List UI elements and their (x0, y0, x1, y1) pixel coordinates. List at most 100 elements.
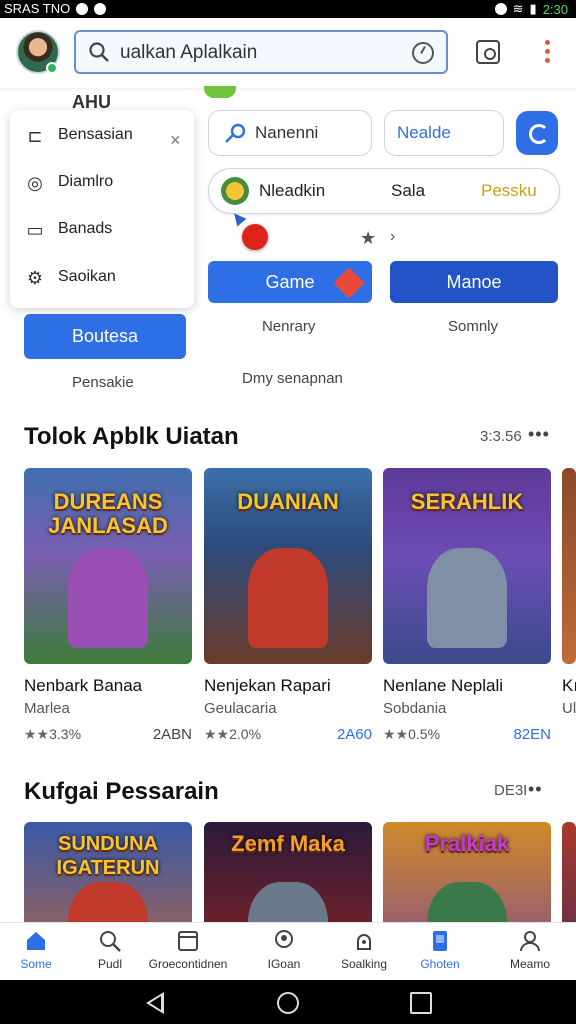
app-card[interactable]: SERAHLIK Nenlane Neplali Sobdania ★★0.5%… (383, 468, 551, 743)
home-button-icon[interactable] (277, 992, 299, 1014)
app-name: Nenjekan Rapari (204, 676, 331, 695)
app-thumbnail: DUREANS JANLASAD (24, 468, 192, 664)
nav-item-account[interactable]: Meamo (494, 929, 566, 979)
record-indicator (242, 224, 268, 250)
download-count: 2ABN (152, 726, 192, 743)
art-title: Pralkiak (424, 831, 510, 856)
filter-row[interactable]: Nleadkin Sala Pessku (208, 168, 560, 214)
chevron-right-icon[interactable]: › (390, 228, 395, 246)
key-icon (225, 123, 246, 143)
search-bar[interactable] (74, 30, 448, 74)
menu-item-diamlro[interactable]: ◎ Diamlro (10, 161, 194, 205)
chip-label: Nealde (397, 123, 451, 142)
app-card[interactable]: DUREANS JANLASAD Nenbark Banaa Marlea ★★… (24, 468, 192, 743)
boutesa-button[interactable]: Boutesa (24, 314, 186, 359)
manoe-caption: Somnly (448, 318, 499, 335)
bottom-nav: Some Pudl Groecontidnen IGoan Soalking G… (0, 922, 576, 980)
clock: 2:30 (542, 1, 568, 17)
art-title: SERAHLIK (410, 489, 524, 514)
app-card-partial[interactable] (562, 822, 576, 922)
nav-label: Meamo (509, 957, 550, 971)
nav-item-profile[interactable]: IGoan (248, 929, 320, 979)
hero-figure (68, 882, 148, 922)
app-card[interactable]: DUANIAN Nenjekan Rapari Geulacaria ★★2.0… (204, 468, 372, 743)
more-icon[interactable]: ••• (528, 424, 550, 445)
hero-figure (248, 882, 328, 922)
app-developer: Sobdania (383, 700, 447, 717)
nav-item-games[interactable]: Soalking (328, 929, 400, 979)
more-icon[interactable]: •• (528, 779, 543, 800)
app-thumbnail (562, 822, 576, 922)
section-title: Kufgai Pessarain (24, 778, 219, 805)
home-icon (27, 932, 45, 950)
game-thumb-icon (221, 177, 249, 205)
library-icon (178, 931, 198, 951)
chip-label: Nanenni (255, 123, 319, 142)
bookmark-icon: ▭ (26, 220, 44, 240)
top-bar (0, 18, 576, 88)
filter-second[interactable]: Sala (391, 181, 425, 201)
voice-search-icon[interactable] (412, 42, 434, 64)
app-card[interactable]: Zemf Maka (204, 822, 372, 922)
nav-item-home[interactable]: Some (0, 929, 72, 979)
nav-item-search[interactable]: Pudl (74, 929, 146, 979)
art-title: DUREANS JANLASAD (48, 489, 168, 538)
search-input[interactable] (120, 38, 400, 68)
filter-third[interactable]: Pessku (481, 181, 537, 201)
menu-item-label: Diamlro (58, 173, 114, 190)
nav-item-apps[interactable]: Ghoten (404, 929, 476, 979)
menu-item-bensasian[interactable]: ⊏ Bensasian × (10, 114, 194, 158)
online-badge (46, 62, 58, 74)
chip-nanenni[interactable]: Nanenni (208, 110, 372, 156)
more-options-icon[interactable] (538, 40, 556, 68)
wifi-icon: ≋ (512, 1, 524, 16)
rating-value: 3.3% (49, 726, 82, 742)
signal-icon: ▮ (529, 1, 537, 16)
filter-first[interactable]: Nleadkin (259, 181, 325, 201)
rating-value: 2.0% (229, 726, 262, 742)
manoe-button[interactable]: Manoe (390, 261, 558, 303)
alarm-icon (494, 3, 507, 15)
game-icon (357, 934, 371, 950)
person-icon (520, 931, 540, 952)
app-card-partial[interactable]: Kı Ul (562, 468, 576, 748)
app-name: Nenbark Banaa (24, 676, 143, 695)
app-rating: ★★2.0% (204, 726, 261, 743)
menu-item-banads[interactable]: ▭ Banads (10, 208, 194, 252)
app-name: Nenlane Neplali (383, 676, 504, 695)
menu-item-label: Bensasian (58, 126, 133, 143)
status-bar: SRAS TNO ≋ ▮ 2:30 (0, 0, 576, 18)
profile-icon (275, 930, 293, 948)
hero-figure (68, 548, 148, 648)
nav-label: Ghoten (420, 957, 460, 971)
app-thumbnail: DUANIAN (204, 468, 372, 664)
boutesa-caption: Pensakie (72, 374, 134, 391)
star-icon: ★★ (24, 726, 50, 742)
app-developer: Geulacaria (204, 700, 277, 717)
nav-item-library[interactable]: Groecontidnen (148, 929, 228, 979)
app-rating: ★★0.5% (383, 726, 440, 743)
app-rating: ★★3.3% (24, 726, 81, 743)
settings-icon: ⚙ (26, 268, 44, 288)
art-title: SUNDUNA IGATERUN (56, 833, 160, 879)
section-meta: 3:3.56 (480, 428, 522, 445)
chip-nealde[interactable]: Nealde (384, 110, 504, 156)
apps-icon (433, 931, 447, 951)
rating-value: 0.5% (408, 726, 441, 742)
app-card[interactable]: Pralkiak (383, 822, 551, 922)
app-developer: Marlea (24, 700, 70, 717)
app-card[interactable]: SUNDUNA IGATERUN (24, 822, 192, 922)
app-name: Kı (562, 676, 576, 695)
back-icon[interactable] (146, 992, 164, 1014)
close-icon[interactable]: × (170, 130, 181, 151)
recents-icon[interactable] (410, 992, 432, 1014)
lens-icon[interactable] (476, 40, 500, 64)
app-developer: Ul (562, 700, 576, 717)
menu-item-saoikan[interactable]: ⚙ Saoikan (10, 256, 194, 300)
app-thumbnail: Pralkiak (383, 822, 551, 922)
download-count: 82EN (513, 726, 551, 743)
refresh-button[interactable] (516, 111, 558, 155)
art-title: DUANIAN (237, 489, 339, 514)
section-meta: DE3I (494, 782, 528, 799)
app-thumbnail: Zemf Maka (204, 822, 372, 922)
